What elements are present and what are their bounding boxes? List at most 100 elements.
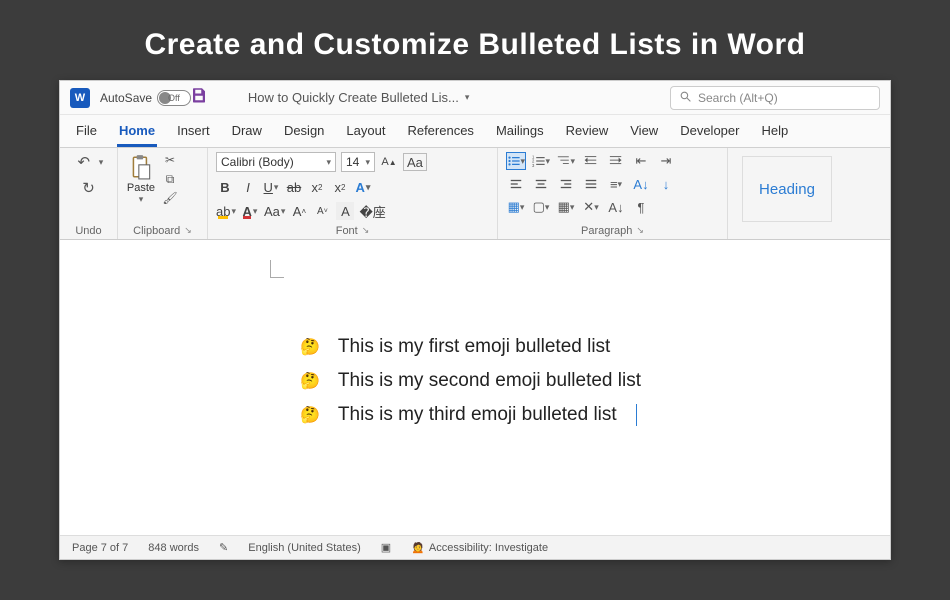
undo-dropdown-icon[interactable]: ▾	[99, 157, 104, 168]
increase-indent-button[interactable]	[606, 152, 626, 170]
text-effects-icon[interactable]: A▾	[354, 178, 372, 196]
paragraph-launcher-icon[interactable]: ↘	[636, 225, 644, 237]
status-language[interactable]: English (United States)	[248, 542, 361, 554]
sort-desc-button[interactable]: ↓	[656, 175, 676, 193]
list-item-text: This is my first emoji bulleted list	[338, 336, 610, 358]
emoji-bullet-icon: 🤔	[300, 337, 320, 357]
paste-label: Paste	[127, 182, 155, 194]
grow-font-button[interactable]: A˄	[290, 202, 308, 220]
paste-dropdown-icon[interactable]: ▾	[139, 194, 144, 205]
show-marks-button[interactable]: ¶	[631, 198, 651, 216]
clipboard-launcher-icon[interactable]: ↘	[184, 225, 192, 237]
change-case-icon[interactable]: Aa	[403, 153, 427, 171]
group-paragraph-label: Paragraph	[581, 225, 632, 237]
document-title-text: How to Quickly Create Bulleted Lis...	[248, 90, 459, 105]
decrease-indent-button[interactable]	[581, 152, 601, 170]
table-button[interactable]: ▦▾	[556, 198, 576, 216]
grow-font-icon[interactable]: A▲	[380, 153, 398, 171]
text-cursor	[636, 404, 637, 426]
shrink-font-button[interactable]: A˅	[313, 202, 331, 220]
underline-button[interactable]: U▾	[262, 178, 280, 196]
superscript-button[interactable]: x2	[331, 178, 349, 196]
tab-file[interactable]: File	[74, 121, 99, 147]
format-painter-icon[interactable]: 🖌	[162, 190, 178, 206]
list-item[interactable]: 🤔 This is my second emoji bulleted list	[300, 364, 830, 398]
align-center-button[interactable]	[531, 175, 551, 193]
bold-button[interactable]: B	[216, 178, 234, 196]
highlight-color-button[interactable]: ab▾	[216, 202, 236, 220]
status-page[interactable]: Page 7 of 7	[72, 542, 128, 554]
strikethrough-button[interactable]: ab	[285, 178, 303, 196]
status-words[interactable]: 848 words	[148, 542, 199, 554]
align-left-button[interactable]	[506, 175, 526, 193]
tab-draw[interactable]: Draw	[230, 121, 264, 147]
font-color-button[interactable]: A▾	[241, 202, 259, 220]
paste-icon	[126, 152, 156, 182]
slide-title: Create and Customize Bulleted Lists in W…	[0, 0, 950, 80]
subscript-button[interactable]: x2	[308, 178, 326, 196]
italic-button[interactable]: I	[239, 178, 257, 196]
tab-view[interactable]: View	[628, 121, 660, 147]
bullets-button[interactable]: ▾	[506, 152, 526, 170]
svg-text:3: 3	[532, 163, 535, 168]
sort-button[interactable]: A↓	[631, 175, 651, 193]
document-title[interactable]: How to Quickly Create Bulleted Lis... ▾	[248, 90, 470, 105]
autosave-label: AutoSave	[100, 91, 152, 105]
status-accessibility[interactable]: 🙍 Accessibility: Investigate	[411, 541, 548, 554]
clear-formatting-icon[interactable]: A	[336, 202, 354, 220]
search-placeholder: Search (Alt+Q)	[698, 91, 778, 105]
tab-home[interactable]: Home	[117, 121, 157, 147]
tab-mailings[interactable]: Mailings	[494, 121, 546, 147]
shading-button[interactable]: ▦▾	[506, 198, 526, 216]
status-spellcheck-icon[interactable]: ✎	[219, 541, 228, 554]
tab-references[interactable]: References	[405, 121, 475, 147]
list-item[interactable]: 🤔 This is my third emoji bulleted list	[300, 398, 830, 432]
ribbon-tabs: File Home Insert Draw Design Layout Refe…	[60, 115, 890, 148]
list-item[interactable]: 🤔 This is my first emoji bulleted list	[300, 330, 830, 364]
enclose-characters-icon[interactable]: �座	[359, 202, 385, 220]
character-shading-icon[interactable]: Aa▾	[264, 202, 285, 220]
group-clipboard-label: Clipboard	[133, 225, 180, 237]
font-size-value: 14	[346, 155, 359, 169]
status-macro-icon[interactable]: ▣	[381, 541, 391, 554]
document-page: 🤔 This is my first emoji bulleted list 🤔…	[180, 240, 850, 452]
undo-icon[interactable]: ↶	[74, 152, 94, 172]
font-name-select[interactable]: Calibri (Body)▾	[216, 152, 336, 172]
style-heading[interactable]: Heading	[742, 156, 832, 222]
copy-icon[interactable]: ⧉	[162, 171, 178, 187]
tab-insert[interactable]: Insert	[175, 121, 212, 147]
numbering-button[interactable]: 123▾	[531, 152, 551, 170]
tab-developer[interactable]: Developer	[678, 121, 741, 147]
borders-button[interactable]: ▢▾	[531, 198, 551, 216]
emoji-bullet-icon: 🤔	[300, 371, 320, 391]
autosave-control[interactable]: AutoSave Off	[100, 90, 180, 106]
tab-layout[interactable]: Layout	[344, 121, 387, 147]
statusbar: Page 7 of 7 848 words ✎ English (United …	[60, 535, 890, 559]
sort-alt-button[interactable]: A↓	[606, 198, 626, 216]
document-area[interactable]: 🤔 This is my first emoji bulleted list 🤔…	[60, 240, 890, 535]
font-launcher-icon[interactable]: ↘	[362, 225, 370, 237]
titlebar: W AutoSave Off How to Quickly Create Bul…	[60, 81, 890, 115]
list-item-text: This is my second emoji bulleted list	[338, 370, 641, 392]
margin-marker	[270, 260, 284, 278]
search-input[interactable]: Search (Alt+Q)	[670, 86, 880, 110]
decrease-indent-alt-button[interactable]: ⇤	[631, 152, 651, 170]
align-right-button[interactable]	[556, 175, 576, 193]
list-item-text: This is my third emoji bulleted list	[338, 404, 617, 426]
tab-review[interactable]: Review	[564, 121, 611, 147]
line-spacing-button[interactable]: ≡▾	[606, 175, 626, 193]
increase-indent-alt-button[interactable]: ⇥	[656, 152, 676, 170]
font-name-value: Calibri (Body)	[221, 155, 294, 169]
cut-icon[interactable]: ✂	[162, 152, 178, 168]
group-paragraph: ▾ 123▾ ▾ ⇤ ⇥ ≡▾ A↓ ↓	[498, 148, 728, 239]
font-size-select[interactable]: 14▾	[341, 152, 375, 172]
multilevel-list-button[interactable]: ▾	[556, 152, 576, 170]
asian-layout-button[interactable]: ✕▾	[581, 198, 601, 216]
save-icon[interactable]	[190, 86, 208, 109]
justify-button[interactable]	[581, 175, 601, 193]
tab-help[interactable]: Help	[759, 121, 790, 147]
redo-icon[interactable]: ↻	[79, 178, 99, 198]
accessibility-icon: 🙍	[411, 541, 425, 554]
tab-design[interactable]: Design	[282, 121, 326, 147]
paste-button[interactable]: Paste ▾	[126, 152, 156, 205]
